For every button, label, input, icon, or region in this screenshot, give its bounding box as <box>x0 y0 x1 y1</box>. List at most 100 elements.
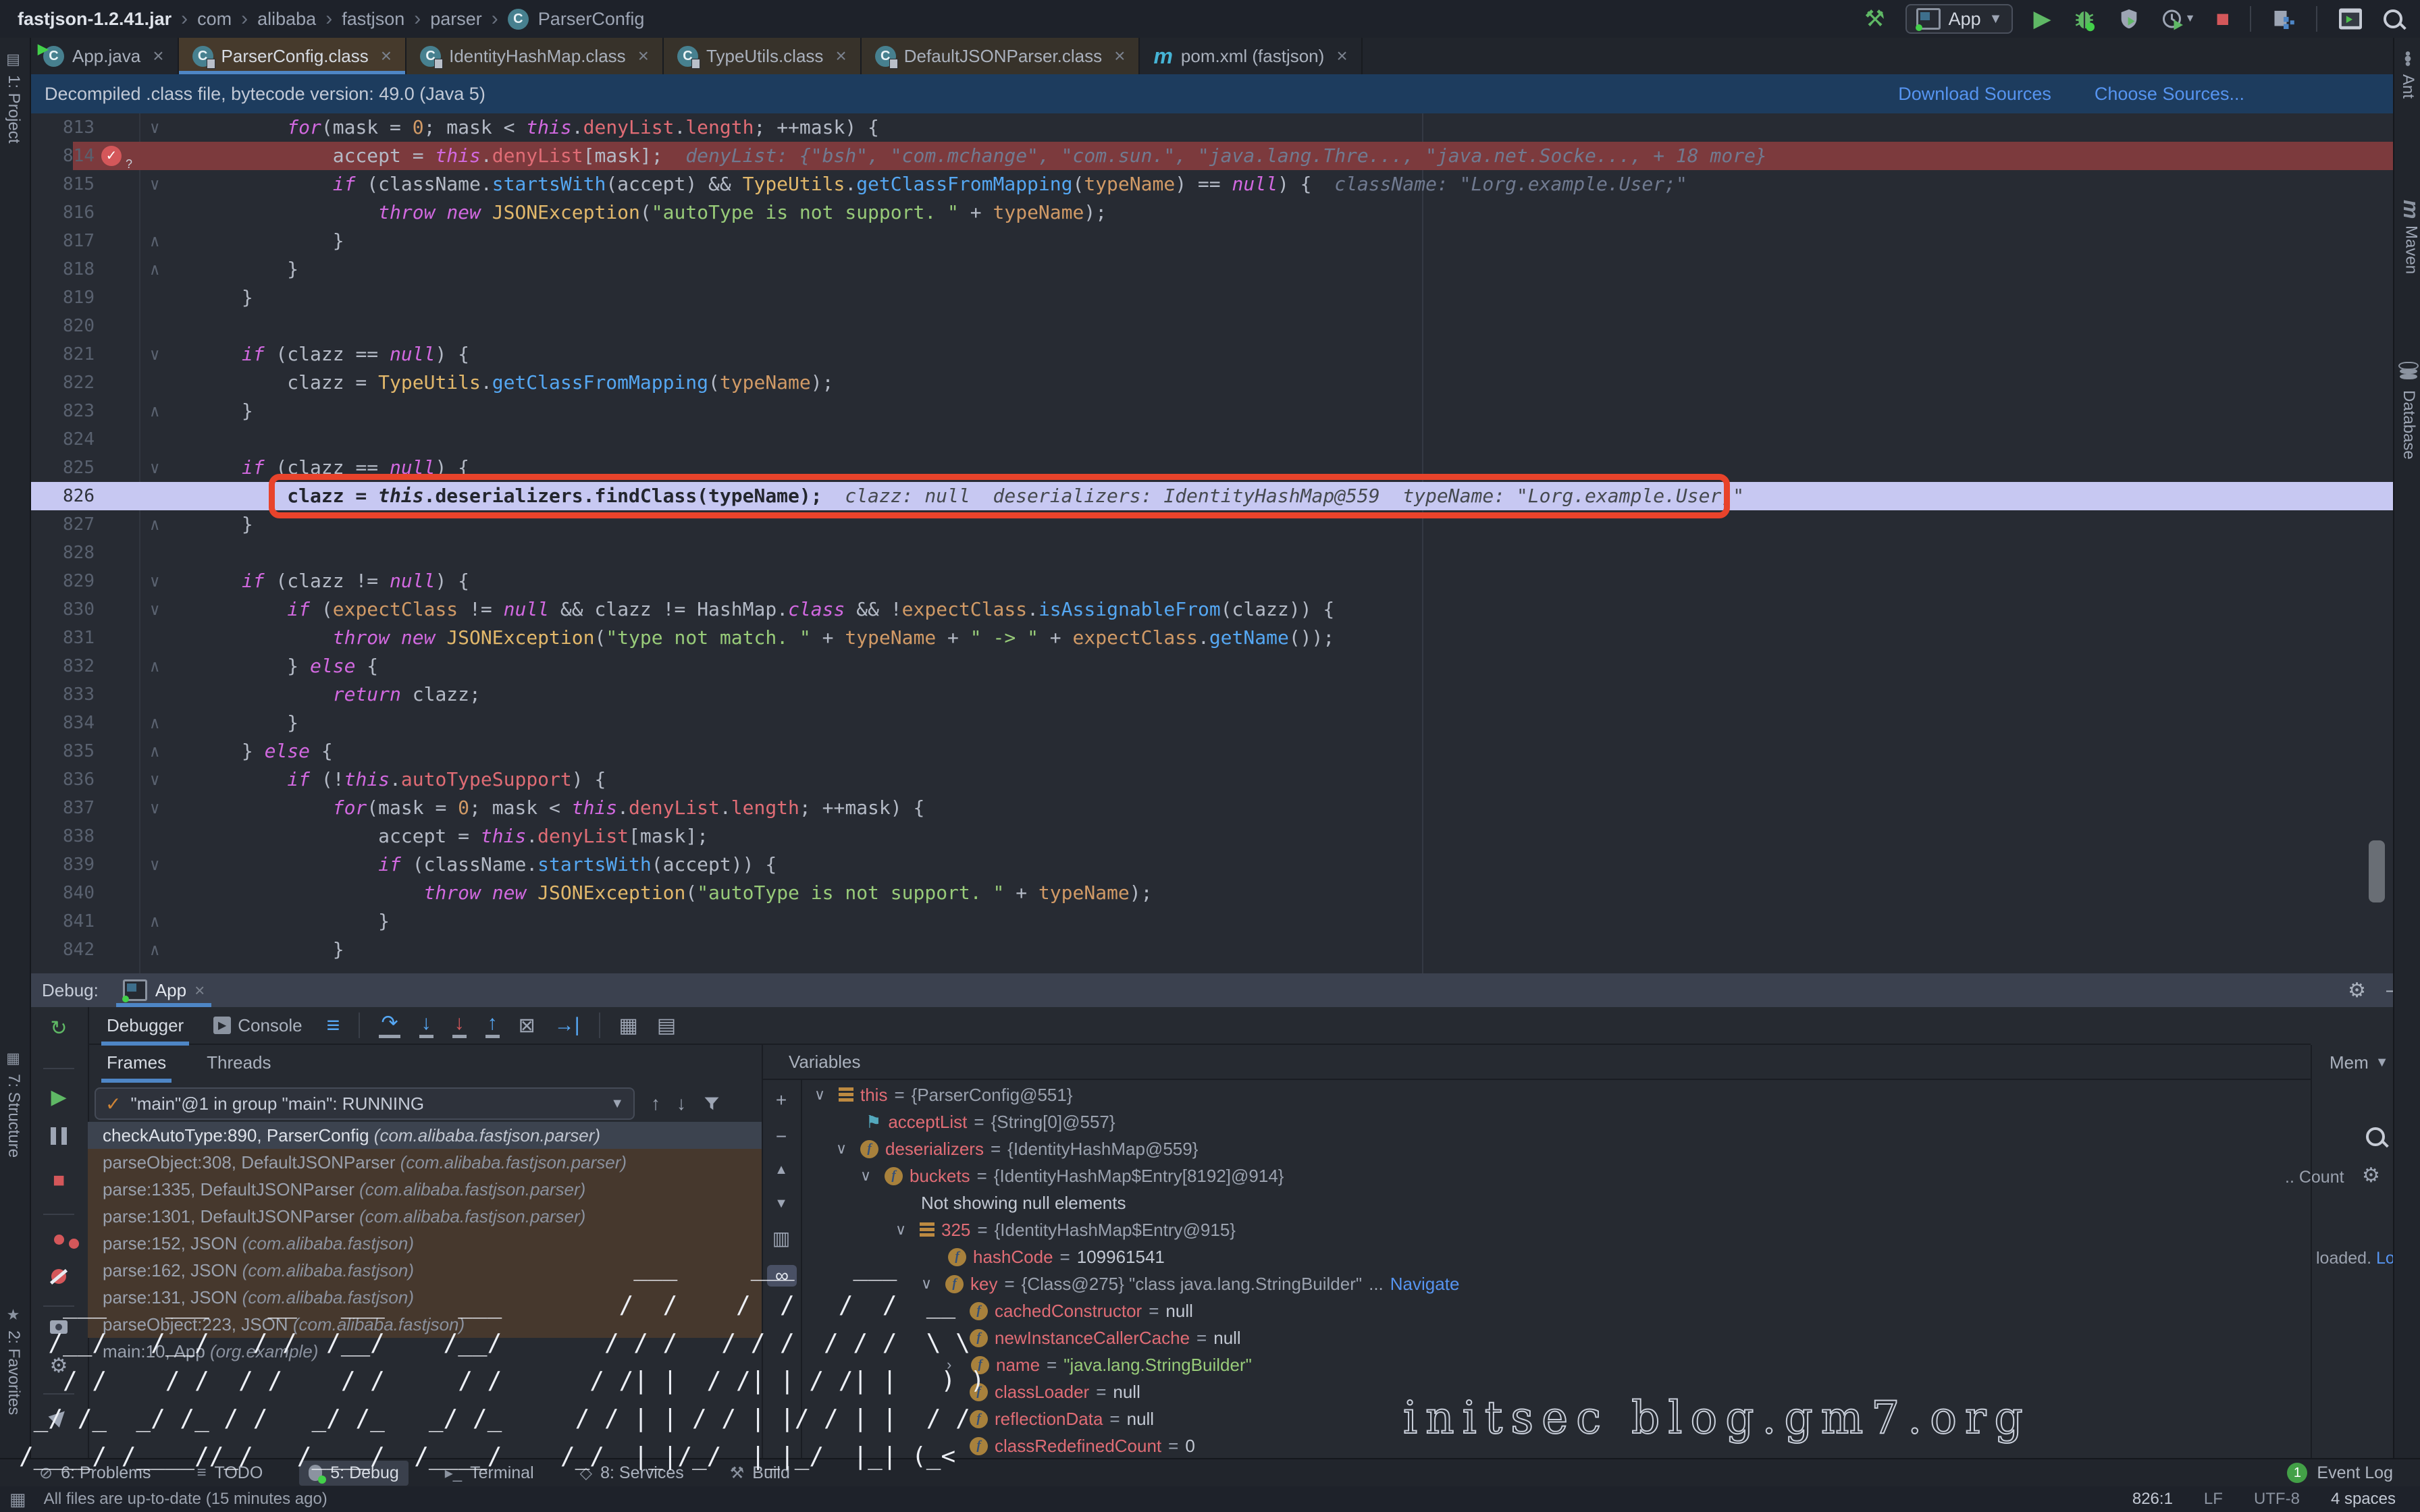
step-into-icon[interactable]: ↓ <box>419 1013 433 1038</box>
line-number[interactable]: 820 <box>30 312 95 340</box>
line-number[interactable]: 825 <box>30 454 95 482</box>
tab-console[interactable]: ▶Console <box>208 1011 307 1040</box>
line-number[interactable]: 839 <box>30 850 95 879</box>
line-number[interactable]: 813 <box>30 113 95 142</box>
variable-row[interactable]: fclassLoader = null <box>970 1378 1140 1405</box>
tool-window-button-todo[interactable]: ≡TODO <box>188 1461 273 1486</box>
variable-row[interactable]: ∨fbuckets = {IdentityHashMap$Entry[8192]… <box>860 1162 1284 1189</box>
tab-IdentityHashMap.class[interactable]: CIdentityHashMap.class× <box>406 38 664 74</box>
breadcrumb-item[interactable]: fastjson-1.2.41.jar <box>18 9 172 30</box>
close-icon[interactable]: × <box>381 45 392 67</box>
project-structure-icon[interactable] <box>2271 7 2296 31</box>
get-thread-dump-icon[interactable] <box>30 1316 88 1339</box>
next-frame-icon[interactable]: ↓ <box>677 1093 686 1114</box>
editor-scrollbar[interactable] <box>2369 840 2385 902</box>
line-number[interactable]: 829 <box>30 567 95 595</box>
variable-row[interactable]: fcachedConstructor = null <box>970 1297 1193 1324</box>
evaluate-watch-icon[interactable]: ∞ <box>767 1265 797 1287</box>
line-ending[interactable]: LF <box>2204 1490 2223 1509</box>
tab-App.java[interactable]: C▶App.java× <box>30 38 179 74</box>
thread-selector[interactable]: ✓ "main"@1 in group "main": RUNNING ▼ <box>95 1087 635 1120</box>
line-number[interactable]: 821 <box>30 340 95 369</box>
line-number[interactable]: 828 <box>30 539 95 567</box>
pause-icon[interactable] <box>30 1127 88 1150</box>
line-number[interactable]: 824 <box>30 425 95 454</box>
breakpoint-icon[interactable]: ✓ <box>101 146 122 166</box>
duplicate-icon[interactable]: ▥ <box>762 1227 801 1249</box>
stack-frame-row[interactable]: parse:152, JSON (com.alibaba.fastjson) <box>88 1230 762 1257</box>
variable-row[interactable]: fclassRedefinedCount = 0 <box>970 1432 1195 1458</box>
variable-row[interactable]: Not showing null elements <box>921 1189 1126 1216</box>
stack-frame-row[interactable]: main:10, App (org.example) <box>88 1338 762 1365</box>
gear-icon[interactable]: ⚙ <box>2348 979 2366 1002</box>
line-number[interactable]: 836 <box>30 765 95 794</box>
sidebar-item-favorites[interactable]: ★2: Favorites <box>4 1307 23 1415</box>
stack-frame-row[interactable]: parse:1301, DefaultJSONParser (com.aliba… <box>88 1203 762 1230</box>
memory-search-icon[interactable] <box>2366 1127 2385 1146</box>
variable-row[interactable]: freflectionData = null <box>970 1405 1154 1432</box>
variable-row[interactable]: ›fname = "java.lang.StringBuilder" <box>947 1351 1252 1378</box>
sidebar-item-database[interactable]: Database <box>2398 362 2419 460</box>
move-down-icon[interactable]: ▼ <box>762 1196 801 1212</box>
chevron-down-icon[interactable]: ∨ <box>895 1216 913 1243</box>
stack-frame-row[interactable]: parse:131, JSON (com.alibaba.fastjson) <box>88 1284 762 1311</box>
pin-tab-icon[interactable]: ▶ <box>30 1404 88 1428</box>
tool-window-button-8-services[interactable]: ◇8: Services <box>571 1461 693 1486</box>
line-number[interactable]: 832 <box>30 652 95 680</box>
breadcrumb-item[interactable]: com <box>197 9 232 30</box>
indent-setting[interactable]: 4 spaces <box>2331 1490 2396 1509</box>
breadcrumb-item[interactable]: fastjson <box>342 9 404 30</box>
run-with-coverage-button[interactable] <box>2118 7 2140 31</box>
line-number[interactable]: 818 <box>30 255 95 284</box>
tool-window-button-6-problems[interactable]: ⊘6: Problems <box>30 1461 161 1486</box>
remove-watch-icon[interactable]: − <box>762 1126 801 1148</box>
file-encoding[interactable]: UTF-8 <box>2254 1490 2300 1509</box>
choose-sources-link[interactable]: Choose Sources... <box>2095 84 2244 105</box>
memory-gear-icon[interactable]: ⚙ <box>2362 1164 2380 1187</box>
close-icon[interactable]: × <box>1336 45 1347 67</box>
profiler-button[interactable]: ▼ <box>2161 7 2196 31</box>
variable-row[interactable]: ∨fdeserializers = {IdentityHashMap@559} <box>836 1135 1198 1162</box>
step-over-icon[interactable]: ↷ <box>379 1013 400 1038</box>
navigate-link[interactable]: Navigate <box>1390 1270 1460 1297</box>
line-number[interactable]: 835 <box>30 737 95 765</box>
line-number[interactable]: 834 <box>30 709 95 737</box>
tab-pom.xml (fastjson)[interactable]: mpom.xml (fastjson)× <box>1140 38 1362 74</box>
tab-debugger[interactable]: Debugger <box>101 1011 189 1040</box>
settings-gear-icon[interactable]: ⚙ <box>30 1354 88 1378</box>
chevron-right-icon[interactable]: › <box>947 1351 964 1378</box>
chevron-down-icon[interactable]: ∨ <box>860 1162 878 1189</box>
variable-row[interactable]: ∨325 = {IdentityHashMap$Entry@915} <box>895 1216 1236 1243</box>
build-hammer-icon[interactable]: ⚒ <box>1864 7 1885 30</box>
search-everywhere-icon[interactable] <box>2384 9 2402 28</box>
chevron-down-icon[interactable]: ∨ <box>836 1135 853 1162</box>
close-icon[interactable]: × <box>1114 45 1125 67</box>
breadcrumb-item[interactable]: ParserConfig <box>538 9 645 30</box>
tool-window-button-5-debug[interactable]: 5: Debug <box>299 1461 408 1486</box>
line-number[interactable]: 814 <box>30 142 95 170</box>
resume-icon[interactable]: ▶ <box>30 1085 88 1109</box>
step-out-icon[interactable]: ↑ <box>485 1013 500 1038</box>
line-number[interactable]: 817 <box>30 227 95 255</box>
code-editor[interactable]: 813∨ for(mask = 0; mask < this.denyList.… <box>30 113 2393 973</box>
sidebar-item-project[interactable]: ▤1: Project <box>4 51 23 143</box>
line-number[interactable]: 819 <box>30 284 95 312</box>
debug-button[interactable] <box>2072 6 2097 32</box>
breadcrumb-item[interactable]: alibaba <box>257 9 316 30</box>
line-number[interactable]: 822 <box>30 369 95 397</box>
variable-row[interactable]: ∨this = {ParserConfig@551} <box>814 1081 1073 1108</box>
drop-frame-icon[interactable]: ⊠ <box>519 1014 535 1037</box>
run-button[interactable]: ▶ <box>2033 7 2051 30</box>
tab-DefaultJSONParser.class[interactable]: CDefaultJSONParser.class× <box>862 38 1140 74</box>
run-configuration-selector[interactable]: App ▼ <box>1905 4 2014 34</box>
prev-frame-icon[interactable]: ↑ <box>651 1093 660 1114</box>
stack-frame-row[interactable]: parseObject:308, DefaultJSONParser (com.… <box>88 1149 762 1176</box>
view-breakpoints-icon[interactable] <box>30 1227 88 1250</box>
filter-frames-icon[interactable] <box>702 1094 721 1113</box>
download-sources-link[interactable]: Download Sources <box>1898 84 2051 105</box>
stack-frame-row[interactable]: parseObject:223, JSON (com.alibaba.fastj… <box>88 1311 762 1338</box>
layout-settings-icon[interactable]: ≡ <box>327 1013 340 1039</box>
debug-session-tab[interactable]: App × <box>116 973 211 1007</box>
layout-icon[interactable]: ▤ <box>657 1014 676 1037</box>
line-number[interactable]: 823 <box>30 397 95 425</box>
